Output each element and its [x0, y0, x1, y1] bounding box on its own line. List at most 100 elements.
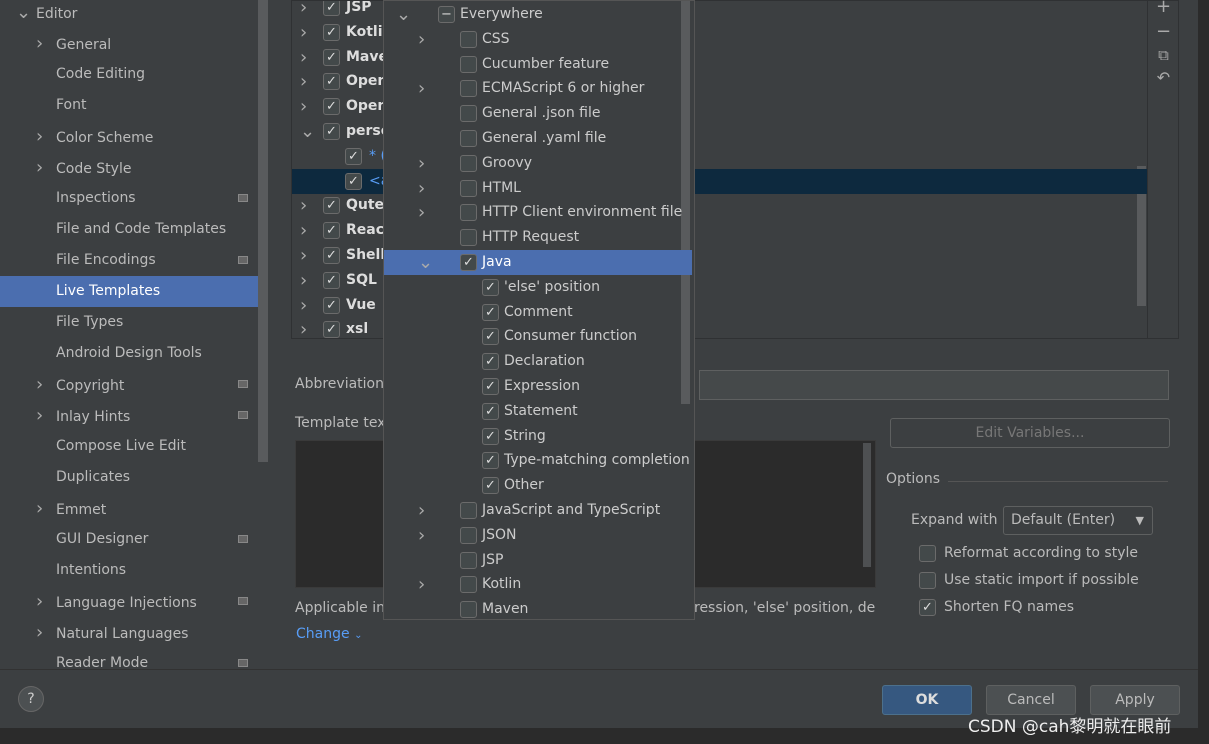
context-row[interactable]: ✓ Expression: [384, 374, 692, 399]
static-import-checkbox[interactable]: Use static import if possible: [919, 569, 1139, 591]
ok-button[interactable]: OK: [882, 685, 972, 715]
check-icon[interactable]: ✓: [482, 278, 499, 296]
check-icon[interactable]: ✓: [323, 247, 340, 264]
check-icon[interactable]: ✓: [460, 254, 477, 271]
context-row[interactable]: ✓ Statement: [384, 399, 692, 424]
check-icon[interactable]: ✓: [482, 378, 499, 395]
sidebar-item-gui-designer[interactable]: GUI Designer: [0, 524, 258, 555]
check-icon[interactable]: ✓: [482, 303, 499, 321]
check-icon[interactable]: ✓: [323, 98, 340, 116]
checkbox-empty[interactable]: [460, 526, 477, 544]
context-row[interactable]: › Kotlin: [384, 572, 692, 597]
sidebar-item-editor[interactable]: ⌄ Editor: [0, 0, 258, 28]
context-row[interactable]: › HTTP Client environment file: [384, 200, 692, 225]
sidebar-item-inlay-hints[interactable]: › Inlay Hints: [0, 400, 258, 431]
check-icon[interactable]: ✓: [482, 427, 499, 445]
context-row[interactable]: Maven: [384, 597, 692, 619]
checkbox-empty[interactable]: [460, 80, 477, 98]
check-icon[interactable]: ✓: [482, 353, 499, 371]
check-icon[interactable]: ✓: [323, 222, 340, 240]
checkbox-empty[interactable]: [460, 105, 477, 123]
sidebar-item-inspections[interactable]: Inspections: [0, 183, 258, 214]
context-row[interactable]: ✓ String: [384, 424, 692, 449]
sidebar-item-language-injections[interactable]: › Language Injections: [0, 586, 258, 617]
sidebar-item-natural-languages[interactable]: › Natural Languages: [0, 617, 258, 648]
check-icon[interactable]: ✓: [323, 321, 340, 338]
context-row[interactable]: › Groovy: [384, 151, 692, 176]
sidebar-item-general[interactable]: › General: [0, 28, 258, 59]
context-row[interactable]: General .yaml file: [384, 126, 692, 151]
context-row[interactable]: › ECMAScript 6 or higher: [384, 76, 692, 101]
sidebar-item-file-encodings[interactable]: File Encodings: [0, 245, 258, 276]
check-icon[interactable]: ✓: [323, 296, 340, 314]
check-icon[interactable]: ✓: [323, 197, 340, 215]
sidebar-item-compose-live-edit[interactable]: Compose Live Edit: [0, 431, 258, 462]
checkbox-empty[interactable]: [460, 502, 477, 519]
sidebar-item-code-editing[interactable]: Code Editing: [0, 59, 258, 90]
checkbox-empty[interactable]: [460, 55, 477, 73]
sidebar-item-emmet[interactable]: › Emmet: [0, 493, 258, 524]
context-row[interactable]: ⌄ − Everywhere: [384, 2, 692, 27]
checkbox-empty[interactable]: [460, 179, 477, 197]
check-icon[interactable]: ✓: [345, 147, 362, 165]
context-row[interactable]: › JavaScript and TypeScript: [384, 498, 692, 523]
checkbox-empty[interactable]: [460, 551, 477, 569]
context-row[interactable]: ✓ Type-matching completion: [384, 448, 692, 473]
context-row[interactable]: ✓ 'else' position: [384, 275, 692, 300]
check-icon[interactable]: ✓: [323, 123, 340, 140]
context-row[interactable]: General .json file: [384, 101, 692, 126]
context-row[interactable]: › HTML: [384, 176, 692, 201]
editor-scrollbar[interactable]: [863, 443, 871, 567]
checkbox-empty[interactable]: [460, 601, 477, 619]
shorten-fq-checkbox[interactable]: ✓ Shorten FQ names: [919, 596, 1074, 618]
revert-icon[interactable]: ↶: [1148, 68, 1179, 87]
check-icon[interactable]: ✓: [345, 172, 362, 190]
context-row[interactable]: JSP: [384, 548, 692, 573]
change-link[interactable]: Change ⌄: [296, 626, 362, 642]
sidebar-item-live-templates[interactable]: Live Templates: [0, 276, 268, 307]
remove-icon[interactable]: −: [1148, 21, 1179, 42]
apply-button[interactable]: Apply: [1090, 685, 1180, 715]
sidebar-item-file-types[interactable]: File Types: [0, 307, 258, 338]
check-icon[interactable]: ✓: [323, 23, 340, 41]
sidebar-item-intentions[interactable]: Intentions: [0, 555, 258, 586]
checkbox-empty[interactable]: [460, 576, 477, 594]
sidebar-item-copyright[interactable]: › Copyright: [0, 369, 258, 400]
check-icon[interactable]: ✓: [482, 477, 499, 495]
check-icon[interactable]: ✓: [482, 328, 499, 346]
checkbox-empty[interactable]: [460, 154, 477, 172]
context-row[interactable]: ✓ Declaration: [384, 349, 692, 374]
sidebar-item-duplicates[interactable]: Duplicates: [0, 462, 258, 493]
context-row[interactable]: ✓ Consumer function: [384, 324, 692, 349]
check-icon[interactable]: ✓: [323, 1, 340, 16]
sidebar-item-file-and-code-templates[interactable]: File and Code Templates: [0, 214, 258, 245]
sidebar-item-android-design-tools[interactable]: Android Design Tools: [0, 338, 258, 369]
check-icon[interactable]: ✓: [323, 271, 340, 289]
context-row[interactable]: › JSON: [384, 523, 692, 548]
reformat-checkbox[interactable]: Reformat according to style: [919, 542, 1138, 564]
context-row[interactable]: ✓ Comment: [384, 300, 692, 325]
context-row[interactable]: ✓ Other: [384, 473, 692, 498]
context-row[interactable]: Cucumber feature: [384, 52, 692, 77]
check-icon[interactable]: ✓: [482, 402, 499, 420]
checkbox-empty[interactable]: [460, 204, 477, 222]
edit-variables-button[interactable]: Edit Variables...: [890, 418, 1170, 448]
checkbox-empty[interactable]: [460, 130, 477, 147]
check-icon[interactable]: ✓: [323, 73, 340, 91]
help-button[interactable]: ?: [18, 686, 44, 712]
sidebar-item-font[interactable]: Font: [0, 90, 258, 121]
context-row[interactable]: › CSS: [384, 27, 692, 52]
check-icon[interactable]: ✓: [323, 48, 340, 66]
checkbox-empty[interactable]: [460, 30, 477, 48]
checkbox-empty[interactable]: [460, 229, 477, 247]
add-icon[interactable]: +: [1148, 0, 1179, 17]
copy-icon[interactable]: ⧉: [1148, 46, 1179, 64]
context-row[interactable]: HTTP Request: [384, 225, 692, 250]
description-input[interactable]: [699, 370, 1169, 400]
context-row[interactable]: ⌄ ✓ Java: [384, 250, 692, 275]
sidebar-item-color-scheme[interactable]: › Color Scheme: [0, 121, 258, 152]
cancel-button[interactable]: Cancel: [986, 685, 1076, 715]
sidebar-item-code-style[interactable]: › Code Style: [0, 152, 258, 183]
expand-with-select[interactable]: Default (Enter) ▼: [1003, 506, 1153, 535]
sidebar-item-reader-mode[interactable]: Reader Mode: [0, 648, 258, 670]
